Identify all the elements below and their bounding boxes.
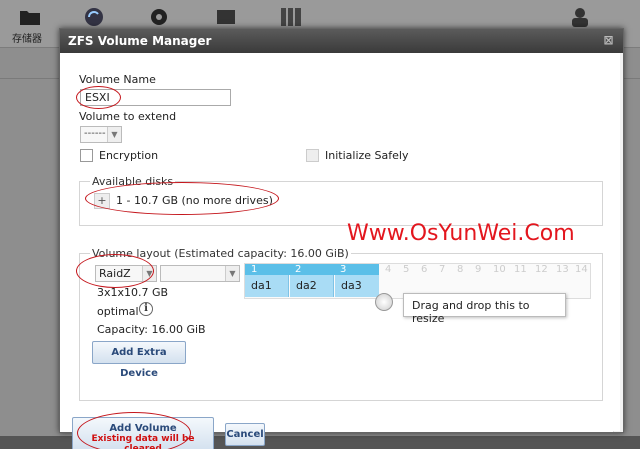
grid-col-13: 13 xyxy=(556,264,569,275)
add-extra-device-button[interactable]: Add Extra Device xyxy=(92,341,186,379)
initialize-safely-checkbox[interactable] xyxy=(306,149,319,162)
grid-col-8: 8 xyxy=(457,264,464,275)
watermark: Www.OsYunWei.Com xyxy=(347,221,575,246)
network-icon[interactable] xyxy=(214,6,238,28)
annotation-oval xyxy=(76,86,121,109)
annotation-oval xyxy=(76,254,154,288)
grid-col-7: 7 xyxy=(439,264,446,275)
layout-description: 3x1x10.7 GB xyxy=(97,286,169,299)
chevron-down-icon: ▼ xyxy=(225,266,239,281)
volume-extend-label: Volume to extend xyxy=(79,110,177,123)
refresh-icon[interactable] xyxy=(82,6,106,28)
columns-icon[interactable] xyxy=(279,6,303,28)
grid-col-6: 6 xyxy=(421,264,428,275)
folder-icon[interactable] xyxy=(18,6,42,28)
annotation-oval xyxy=(77,412,191,449)
encryption-label: Encryption xyxy=(99,149,159,162)
resize-tooltip: Drag and drop this to resize xyxy=(403,293,566,325)
layout-secondary-select[interactable]: ▼ xyxy=(160,265,240,282)
dialog-title: ZFS Volume Manager xyxy=(68,34,212,48)
dialog-titlebar[interactable]: ZFS Volume Manager ⊠ xyxy=(60,29,623,53)
encryption-checkbox[interactable] xyxy=(80,149,93,162)
initialize-safely-label: Initialize Safely xyxy=(325,149,409,162)
close-icon[interactable]: ⊠ xyxy=(602,34,615,47)
grid-col-1: 1 xyxy=(251,264,258,275)
resize-handle-icon[interactable] xyxy=(375,293,393,311)
disk-cell-da3[interactable]: da3 xyxy=(335,275,379,297)
optimal-label: optimal xyxy=(97,305,139,318)
storage-label[interactable]: 存储器 xyxy=(12,30,42,45)
grid-col-4: 4 xyxy=(385,264,392,275)
gear-icon[interactable] xyxy=(147,6,171,28)
grid-active-header xyxy=(245,264,379,275)
grid-col-14: 14 xyxy=(575,264,588,275)
users-icon[interactable] xyxy=(568,6,592,28)
disk-cell-da1[interactable]: da1 xyxy=(245,275,289,297)
capacity-label: Capacity: 16.00 GiB xyxy=(97,323,206,336)
cancel-button[interactable]: Cancel xyxy=(225,423,265,446)
volume-extend-select[interactable]: ------ ▼ xyxy=(80,126,122,143)
grid-col-5: 5 xyxy=(403,264,410,275)
grid-col-11: 11 xyxy=(514,264,527,275)
volume-name-label: Volume Name xyxy=(79,73,156,86)
grid-col-3: 3 xyxy=(340,264,347,275)
grid-col-10: 10 xyxy=(493,264,506,275)
info-icon[interactable]: i xyxy=(139,302,153,316)
grid-col-2: 2 xyxy=(295,264,302,275)
grid-col-9: 9 xyxy=(475,264,482,275)
annotation-oval xyxy=(85,182,279,215)
volume-extend-value: ------ xyxy=(84,128,106,139)
disk-cell-da2[interactable]: da2 xyxy=(290,275,334,297)
grid-col-12: 12 xyxy=(535,264,548,275)
chevron-down-icon: ▼ xyxy=(107,127,121,142)
